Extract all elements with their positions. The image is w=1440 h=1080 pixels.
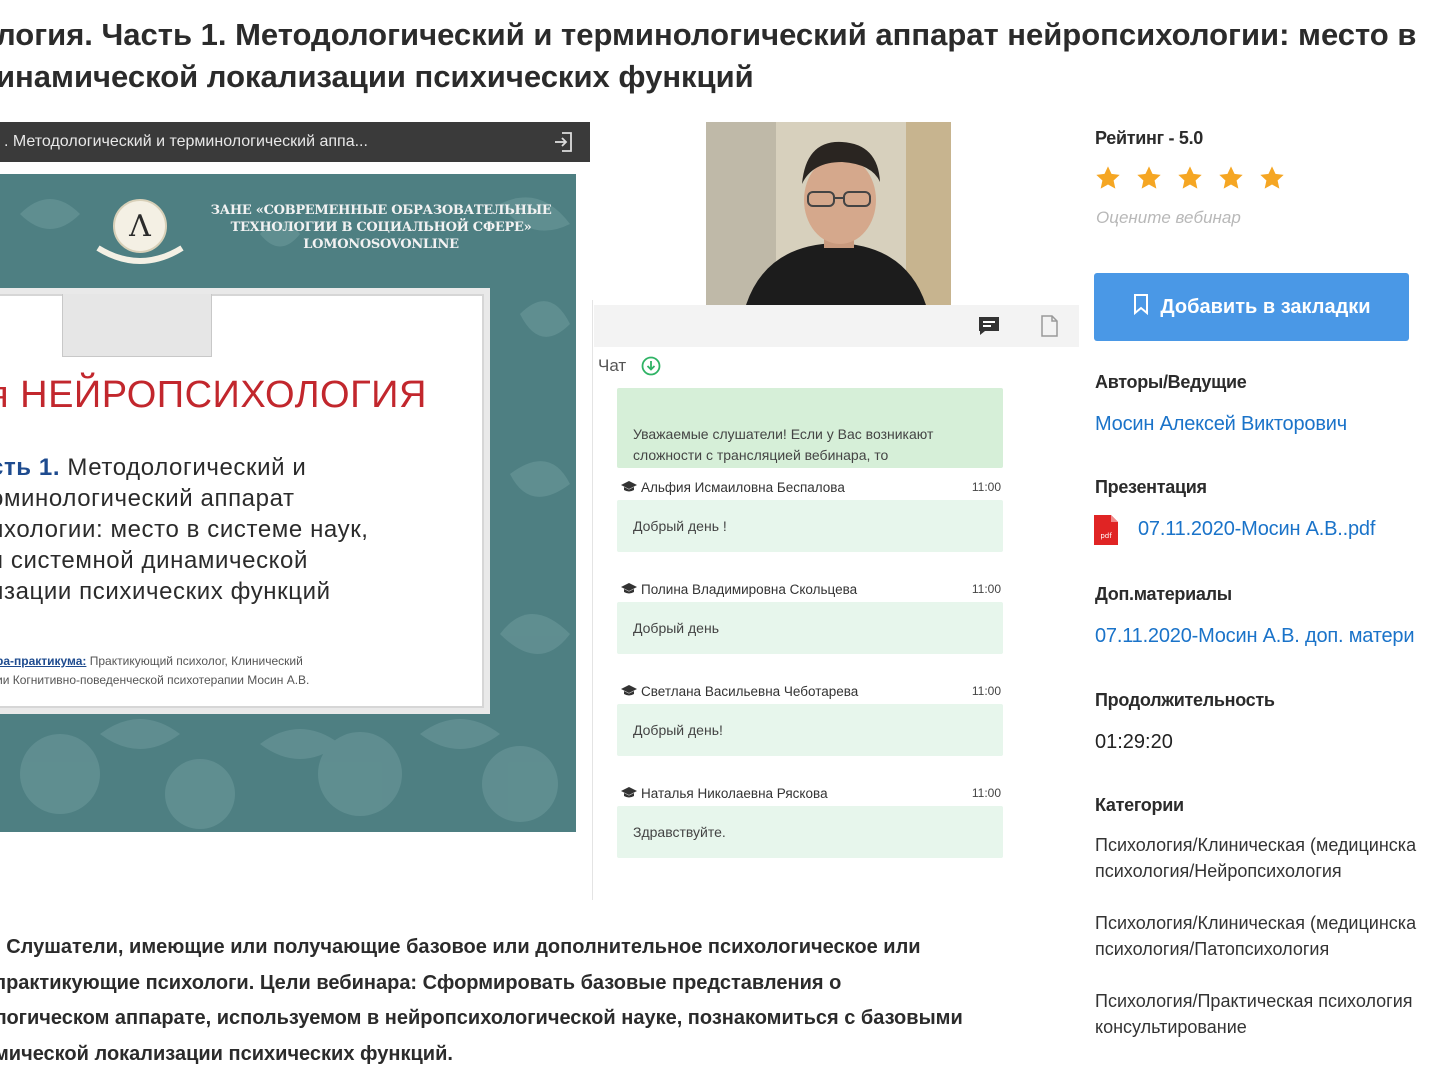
add-bookmark-button[interactable]: Добавить в закладки (1094, 273, 1409, 341)
category-item[interactable]: Психология/Клиническая (медицинска психо… (1095, 832, 1440, 884)
page-title-line1: логия. Часть 1. Методологический и терми… (0, 17, 1417, 52)
message-header: Полина Владимировна Скольцева 11:00 (617, 580, 1003, 602)
message-text: Добрый день! (617, 704, 1003, 756)
star-icon[interactable] (1217, 164, 1247, 194)
star-icon[interactable] (1094, 164, 1124, 194)
presenter-video-frame (706, 122, 951, 305)
message-author: Наталья Николаевна Рясковa (641, 786, 828, 801)
slide-tab-decoration (62, 294, 212, 357)
extra-materials-heading: Доп.материалы (1095, 584, 1232, 604)
chat-message: Альфия Исмаиловна Беспалова 11:00 Добрый… (617, 478, 1003, 552)
slide-main-title: я НЕЙРОПСИХОЛОГИЯ (0, 374, 427, 416)
rate-hint: Оцените вебинар (1096, 208, 1241, 227)
slide-subtitle: сть 1. Методологический и оминологически… (0, 452, 460, 607)
message-time: 11:00 (971, 480, 1001, 494)
document-icon[interactable] (1037, 314, 1061, 338)
message-text: Добрый день ! (617, 500, 1003, 552)
message-author: Альфия Исмаиловна Беспалова (641, 480, 845, 495)
svg-text:Λ: Λ (128, 209, 151, 244)
chat-icon[interactable] (977, 314, 1001, 338)
duration-heading: Продолжительность (1095, 690, 1275, 710)
webcam-video[interactable] (706, 122, 951, 305)
presentation-heading: Презентация (1095, 477, 1207, 497)
message-author: Полина Владимировна Скольцева (641, 582, 858, 597)
player-title-bar: . Методологический и терминологический а… (0, 122, 590, 162)
chat-message: Наталья Николаевна Рясковa 11:00 Здравст… (617, 784, 1003, 858)
message-author: Светлана Васильевна Чеботарева (641, 684, 859, 699)
category-item[interactable]: Психология/Практическая психология консу… (1095, 988, 1440, 1040)
download-icon[interactable] (641, 356, 661, 376)
message-text: Здравствуйте. (617, 806, 1003, 858)
graduate-cap-icon (621, 481, 637, 496)
duration-value: 01:29:20 (1095, 731, 1173, 753)
message-header: Альфия Исмаиловна Беспалова 11:00 (617, 478, 1003, 500)
categories-heading: Категории (1095, 795, 1184, 815)
chat-toolbar (594, 305, 1079, 347)
author-link[interactable]: Мосин Алексей Викторович (1095, 413, 1347, 436)
message-header: Светлана Васильевна Чеботарева 11:00 (617, 682, 1003, 704)
exit-icon[interactable] (552, 130, 576, 154)
chat-label: Чат (598, 356, 627, 375)
slide-org-name: ЗАНЕ «СОВРЕМЕННЫЕ ОБРАЗОВАТЕЛЬНЫЕ ТЕХНОЛ… (210, 203, 552, 252)
slide-part-label: сть 1. (0, 454, 61, 481)
message-time: 11:00 (971, 684, 1001, 698)
page-title: логия. Часть 1. Методологический и терми… (0, 14, 1440, 98)
graduate-cap-icon (621, 685, 637, 700)
graduate-cap-icon (621, 787, 637, 802)
message-text: Добрый день (617, 602, 1003, 654)
message-time: 11:00 (971, 786, 1001, 800)
webinar-description: : Слушатели, имеющие или получающие базо… (0, 936, 963, 1065)
star-icon[interactable] (1135, 164, 1165, 194)
bookmark-icon (1132, 293, 1150, 321)
authors-heading: Авторы/Ведущие (1095, 372, 1247, 392)
star-icon[interactable] (1258, 164, 1288, 194)
divider (592, 300, 593, 900)
graduate-cap-icon (621, 583, 637, 598)
system-message: Уважаемые слушатели! Если у Вас возникаю… (617, 388, 1003, 468)
org-logo-icon: Λ (96, 199, 184, 264)
rating-stars[interactable] (1094, 164, 1299, 196)
pdf-icon: pdf (1094, 515, 1118, 545)
message-header: Наталья Николаевна Рясковa 11:00 (617, 784, 1003, 806)
category-item[interactable]: Психология/Клиническая (медицинска психо… (1095, 910, 1440, 962)
star-icon[interactable] (1176, 164, 1206, 194)
presentation-player[interactable]: . Методологический и терминологический а… (0, 122, 590, 832)
page-title-line2: инамической локализации психических функ… (0, 59, 754, 94)
svg-text:pdf: pdf (1100, 532, 1112, 540)
message-time: 11:00 (971, 582, 1001, 596)
presentation-slide: Λ ЗАНЕ «СОВРЕМЕННЫЕ ОБРАЗОВАТЕЛЬНЫЕ ТЕХН… (0, 174, 576, 832)
player-title: . Методологический и терминологический а… (4, 133, 368, 150)
chat-message: Светлана Васильевна Чеботарева 11:00 Доб… (617, 682, 1003, 756)
rating-label: Рейтинг - 5.0 (1095, 128, 1204, 148)
slide-author: ра-практикума: Практикующий психолог, Кл… (0, 652, 466, 690)
slide-author-label: ра-практикума: (0, 654, 87, 668)
add-bookmark-label: Добавить в закладки (1160, 295, 1371, 318)
chat-message: Полина Владимировна Скольцева 11:00 Добр… (617, 580, 1003, 654)
presentation-file-link[interactable]: 07.11.2020-Мосин А.В..pdf (1138, 518, 1375, 541)
extra-materials-link[interactable]: 07.11.2020-Мосин А.В. доп. матери (1095, 625, 1415, 648)
